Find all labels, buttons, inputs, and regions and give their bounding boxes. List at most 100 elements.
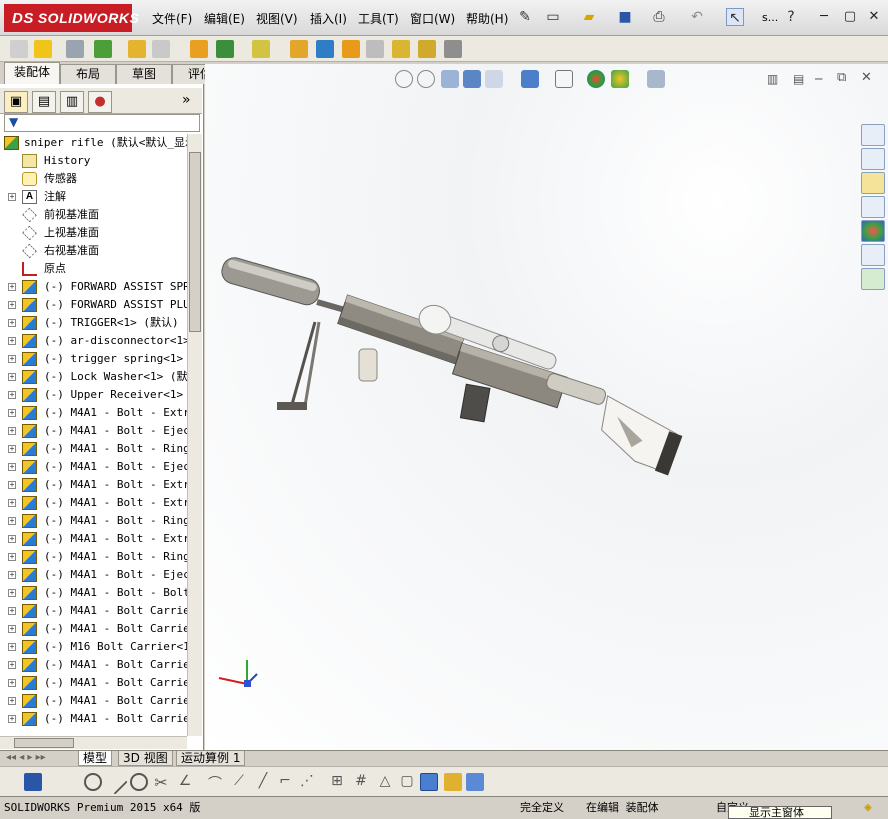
expand-toggle-icon[interactable]: + — [8, 571, 16, 579]
tree-item[interactable]: + (-) Lock Washer<1> (默认 — [0, 368, 187, 386]
tree-item[interactable]: 传感器 — [0, 170, 187, 188]
tree-item[interactable]: + (-) M4A1 - Bolt - Ejecto — [0, 458, 187, 476]
corner-rectangle-icon[interactable]: ⌐ — [276, 773, 294, 791]
tree-item[interactable]: + (-) FORWARD ASSIST SPRIN — [0, 278, 187, 296]
mate-icon[interactable] — [66, 40, 84, 58]
expand-toggle-icon[interactable]: + — [8, 373, 16, 381]
menu-help[interactable]: 帮助(H) — [466, 10, 508, 27]
smart-fasteners-icon[interactable] — [128, 40, 146, 58]
scroll-thumb[interactable] — [14, 738, 74, 748]
select-cursor-icon[interactable]: ↖ — [726, 8, 744, 26]
tree-item[interactable]: + (-) M4A1 - Bolt - Extrac — [0, 530, 187, 548]
pin-icon[interactable]: ✎ — [516, 8, 534, 26]
tree-item[interactable]: + (-) M4A1 - Bolt - Extrac — [0, 494, 187, 512]
tree-item[interactable]: + (-) M4A1 - Bolt - Ejecto — [0, 422, 187, 440]
tree-item[interactable]: + (-) M4A1 - Bolt - Ring<1 — [0, 440, 187, 458]
circle-icon[interactable] — [84, 773, 102, 791]
print-icon[interactable]: ⎙ — [650, 8, 668, 26]
tree-item[interactable]: + (-) M4A1 - Bolt - Extrac — [0, 476, 187, 494]
expand-toggle-icon[interactable]: + — [8, 715, 16, 723]
menu-edit[interactable]: 编辑(E) — [204, 10, 245, 27]
tree-horizontal-scrollbar[interactable] — [0, 736, 187, 749]
help-question-icon[interactable]: ? — [782, 8, 800, 26]
exploded-view-icon[interactable] — [342, 40, 360, 58]
expand-toggle-icon[interactable]: + — [8, 589, 16, 597]
grid-snap-icon[interactable]: ⊞ — [328, 773, 346, 791]
tab-motion-study[interactable]: 运动算例 1 — [176, 751, 246, 766]
more-tabs-chevron[interactable]: » — [182, 92, 191, 108]
expand-toggle-icon[interactable]: + — [8, 301, 16, 309]
polygon-icon[interactable] — [130, 773, 148, 791]
tree-item[interactable]: 右视基准面 — [0, 242, 187, 260]
interference-detection-icon[interactable] — [392, 40, 410, 58]
expand-toggle-icon[interactable]: + — [8, 697, 16, 705]
rifle-3d-model[interactable] — [205, 64, 888, 750]
trim-icon[interactable]: ✂ — [152, 773, 170, 792]
sketch-fillet-icon[interactable]: ⌒ — [206, 773, 224, 792]
cube-wireframe-icon[interactable]: ▢ — [398, 773, 416, 791]
undo-icon[interactable]: ↶ — [688, 8, 706, 26]
reference-geometry-icon[interactable] — [252, 40, 270, 58]
expand-toggle-icon[interactable]: + — [8, 535, 16, 543]
centerline-icon[interactable]: ╱ — [254, 773, 272, 791]
open-folder-icon[interactable]: ▰ — [580, 8, 598, 26]
menu-tools[interactable]: 工具(T) — [358, 10, 399, 27]
maximize-icon[interactable]: ▢ — [840, 8, 860, 26]
tree-item[interactable]: 前视基准面 — [0, 206, 187, 224]
tree-item[interactable]: + (-) M4A1 - Bolt - Ring<2 — [0, 512, 187, 530]
tree-item[interactable]: + (-) TRIGGER<1> (默认) — [0, 314, 187, 332]
save-icon[interactable] — [24, 773, 42, 791]
menu-file[interactable]: 文件(F) — [152, 10, 192, 27]
tree-item[interactable]: + (-) Upper Receiver<1> ( — [0, 386, 187, 404]
tree-item[interactable]: + (-) M4A1 - Bolt Carrier — [0, 656, 187, 674]
expand-toggle-icon[interactable]: + — [8, 445, 16, 453]
expand-toggle-icon[interactable]: + — [8, 463, 16, 471]
tab-layout[interactable]: 布局 — [60, 64, 116, 84]
search-commands[interactable]: s... — [762, 11, 778, 24]
new-motion-study-icon[interactable] — [290, 40, 308, 58]
tab-sketch[interactable]: 草图 — [116, 64, 172, 84]
tab-scroll-arrows-icon[interactable]: ◂◂ ◂ ▸ ▸▸ — [6, 752, 46, 763]
camera-icon[interactable] — [444, 773, 462, 791]
expand-toggle-icon[interactable]: + — [8, 193, 16, 201]
expand-toggle-icon[interactable]: + — [8, 625, 16, 633]
expand-toggle-icon[interactable]: + — [8, 679, 16, 687]
minimize-icon[interactable]: ─ — [814, 8, 834, 26]
close-icon[interactable]: ✕ — [864, 8, 884, 26]
assembly-features-icon[interactable] — [216, 40, 234, 58]
feature-manager-tree-icon[interactable]: ▣ — [4, 91, 28, 113]
expand-toggle-icon[interactable]: + — [8, 643, 16, 651]
bill-of-materials-icon[interactable] — [316, 40, 334, 58]
new-part-icon[interactable] — [34, 40, 52, 58]
expand-toggle-icon[interactable]: + — [8, 517, 16, 525]
expand-toggle-icon[interactable]: + — [8, 355, 16, 363]
tree-item[interactable]: + (-) M16 Bolt Carrier<1> — [0, 638, 187, 656]
tree-item[interactable]: + (-) M4A1 - Bolt - Ring<3 — [0, 548, 187, 566]
tab-model[interactable]: 模型 — [78, 751, 113, 766]
menu-window[interactable]: 窗口(W) — [410, 10, 455, 27]
linear-pattern-icon[interactable] — [94, 40, 112, 58]
expand-toggle-icon[interactable]: + — [8, 283, 16, 291]
solidworks-logo[interactable]: DS SOLIDWORKS — [4, 4, 139, 32]
tree-item[interactable]: + (-) M4A1 - Bolt - Extrac — [0, 404, 187, 422]
expand-toggle-icon[interactable]: + — [8, 409, 16, 417]
scroll-thumb[interactable] — [189, 152, 201, 332]
triangle-icon[interactable]: △ — [376, 773, 394, 791]
tab-3d-views[interactable]: 3D 视图 — [118, 751, 173, 766]
insert-component-icon[interactable] — [10, 40, 28, 58]
expand-toggle-icon[interactable]: + — [8, 337, 16, 345]
tree-item[interactable]: History — [0, 152, 187, 170]
line-icon[interactable] — [102, 769, 128, 795]
shaded-cube-icon[interactable] — [420, 773, 438, 791]
show-hidden-icon[interactable] — [190, 40, 208, 58]
tree-vertical-scrollbar[interactable] — [187, 134, 202, 736]
status-popup[interactable]: 显示主窗体 — [728, 806, 832, 819]
menu-view[interactable]: 视图(V) — [256, 10, 298, 27]
configuration-manager-icon[interactable]: ▥ — [60, 91, 84, 113]
table-icon[interactable] — [466, 773, 484, 791]
instant3d-icon[interactable] — [444, 40, 462, 58]
expand-toggle-icon[interactable]: + — [8, 391, 16, 399]
expand-toggle-icon[interactable]: + — [8, 481, 16, 489]
tree-item[interactable]: + A 注解 — [0, 188, 187, 206]
new-document-icon[interactable]: ▭ — [544, 8, 562, 26]
